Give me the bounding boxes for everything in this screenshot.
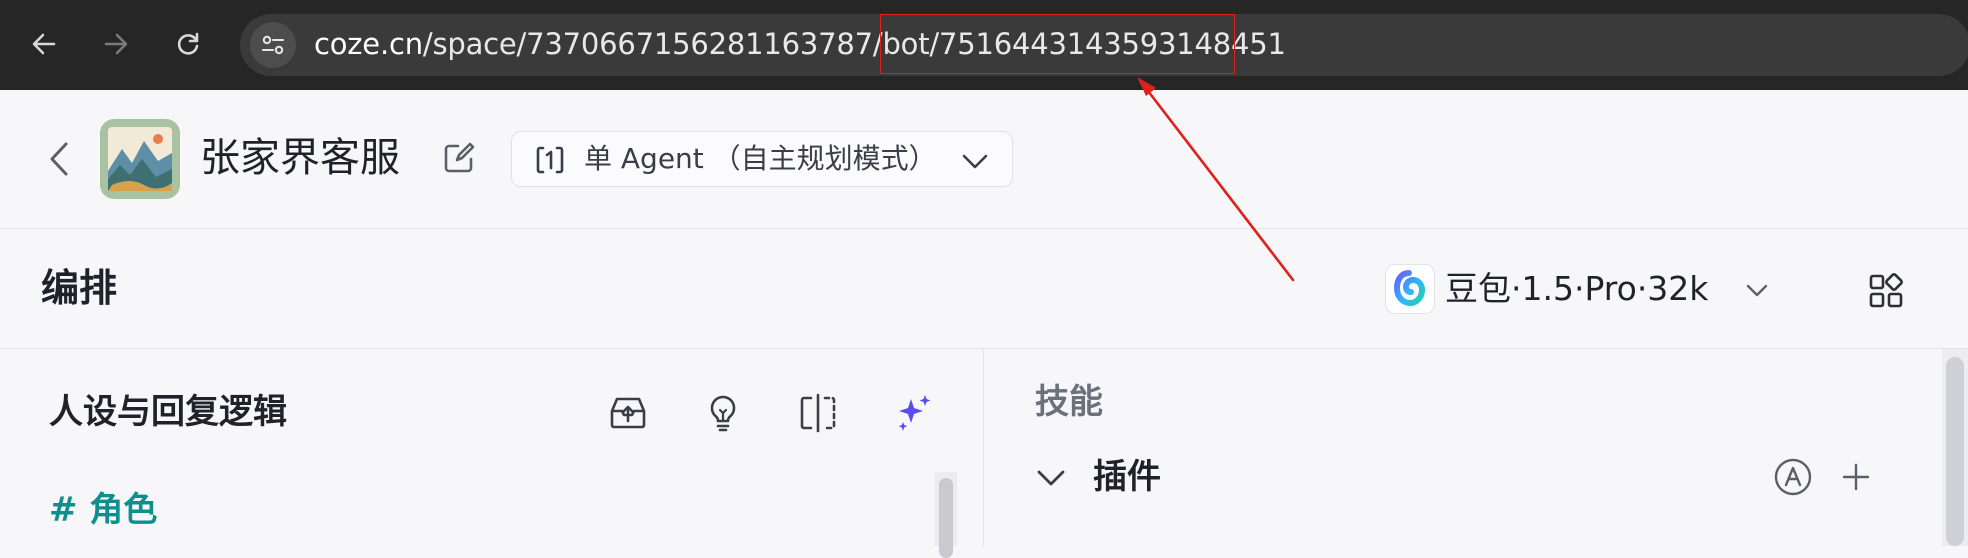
back-arrow-icon[interactable]: [24, 24, 64, 64]
add-plugin-icon[interactable]: [1838, 459, 1874, 495]
lightbulb-icon[interactable]: [701, 391, 745, 435]
persona-panel: 人设与回复逻辑 # 角色: [0, 349, 984, 558]
agent-mode-select[interactable]: 单 Agent （自主规划模式）: [511, 131, 1013, 187]
skills-panel: 技能 插件: [985, 349, 1968, 546]
chevron-down-icon: [960, 146, 990, 176]
editor-scrollbar[interactable]: [935, 472, 957, 558]
page-title: 编排: [41, 266, 118, 310]
layout-grid-icon[interactable]: [1866, 271, 1906, 311]
prompt-library-icon[interactable]: [606, 391, 650, 435]
skills-title: 技能: [1035, 382, 1103, 422]
back-chevron-icon[interactable]: [42, 136, 78, 182]
scrollbar-thumb[interactable]: [939, 478, 953, 558]
chevron-down-icon: [1743, 276, 1771, 304]
edit-icon[interactable]: [441, 140, 477, 176]
site-settings-icon[interactable]: [250, 22, 296, 68]
url-path: /space/7370667156281163787/bot/: [422, 27, 939, 61]
model-select[interactable]: 豆包·1.5·Pro·32k: [1385, 264, 1785, 314]
arrange-toolbar: 编排 豆包·1.5·Pro·32k: [0, 229, 1968, 349]
bot-name: 张家界客服: [200, 135, 400, 181]
chevron-down-icon[interactable]: [1035, 462, 1067, 494]
doubao-logo-icon: [1385, 264, 1435, 314]
scrollbar-thumb[interactable]: [1946, 357, 1964, 546]
plugins-label[interactable]: 插件: [1093, 454, 1161, 500]
ai-optimize-sparkle-icon[interactable]: [891, 391, 935, 435]
split-compare-icon[interactable]: [796, 391, 840, 435]
browser-toolbar: coze.cn/space/7370667156281163787/bot/75…: [0, 0, 1968, 90]
agent-mode-label: 单 Agent （自主规划模式）: [584, 142, 937, 175]
page-scrollbar[interactable]: [1942, 349, 1968, 546]
auto-invoke-icon[interactable]: [1773, 457, 1813, 497]
forward-arrow-icon[interactable]: [96, 24, 136, 64]
bot-header: 张家界客服 单 Agent （自主规划模式）: [0, 90, 1968, 229]
annotation-highlight-box: [880, 14, 1235, 74]
bot-avatar[interactable]: [100, 119, 180, 199]
single-agent-icon: [534, 144, 566, 176]
model-name: 豆包·1.5·Pro·32k: [1445, 269, 1709, 308]
url-host: coze.cn: [314, 27, 423, 61]
persona-title: 人设与回复逻辑: [49, 392, 287, 432]
role-heading: # 角色: [49, 490, 158, 530]
reload-icon[interactable]: [168, 24, 208, 64]
